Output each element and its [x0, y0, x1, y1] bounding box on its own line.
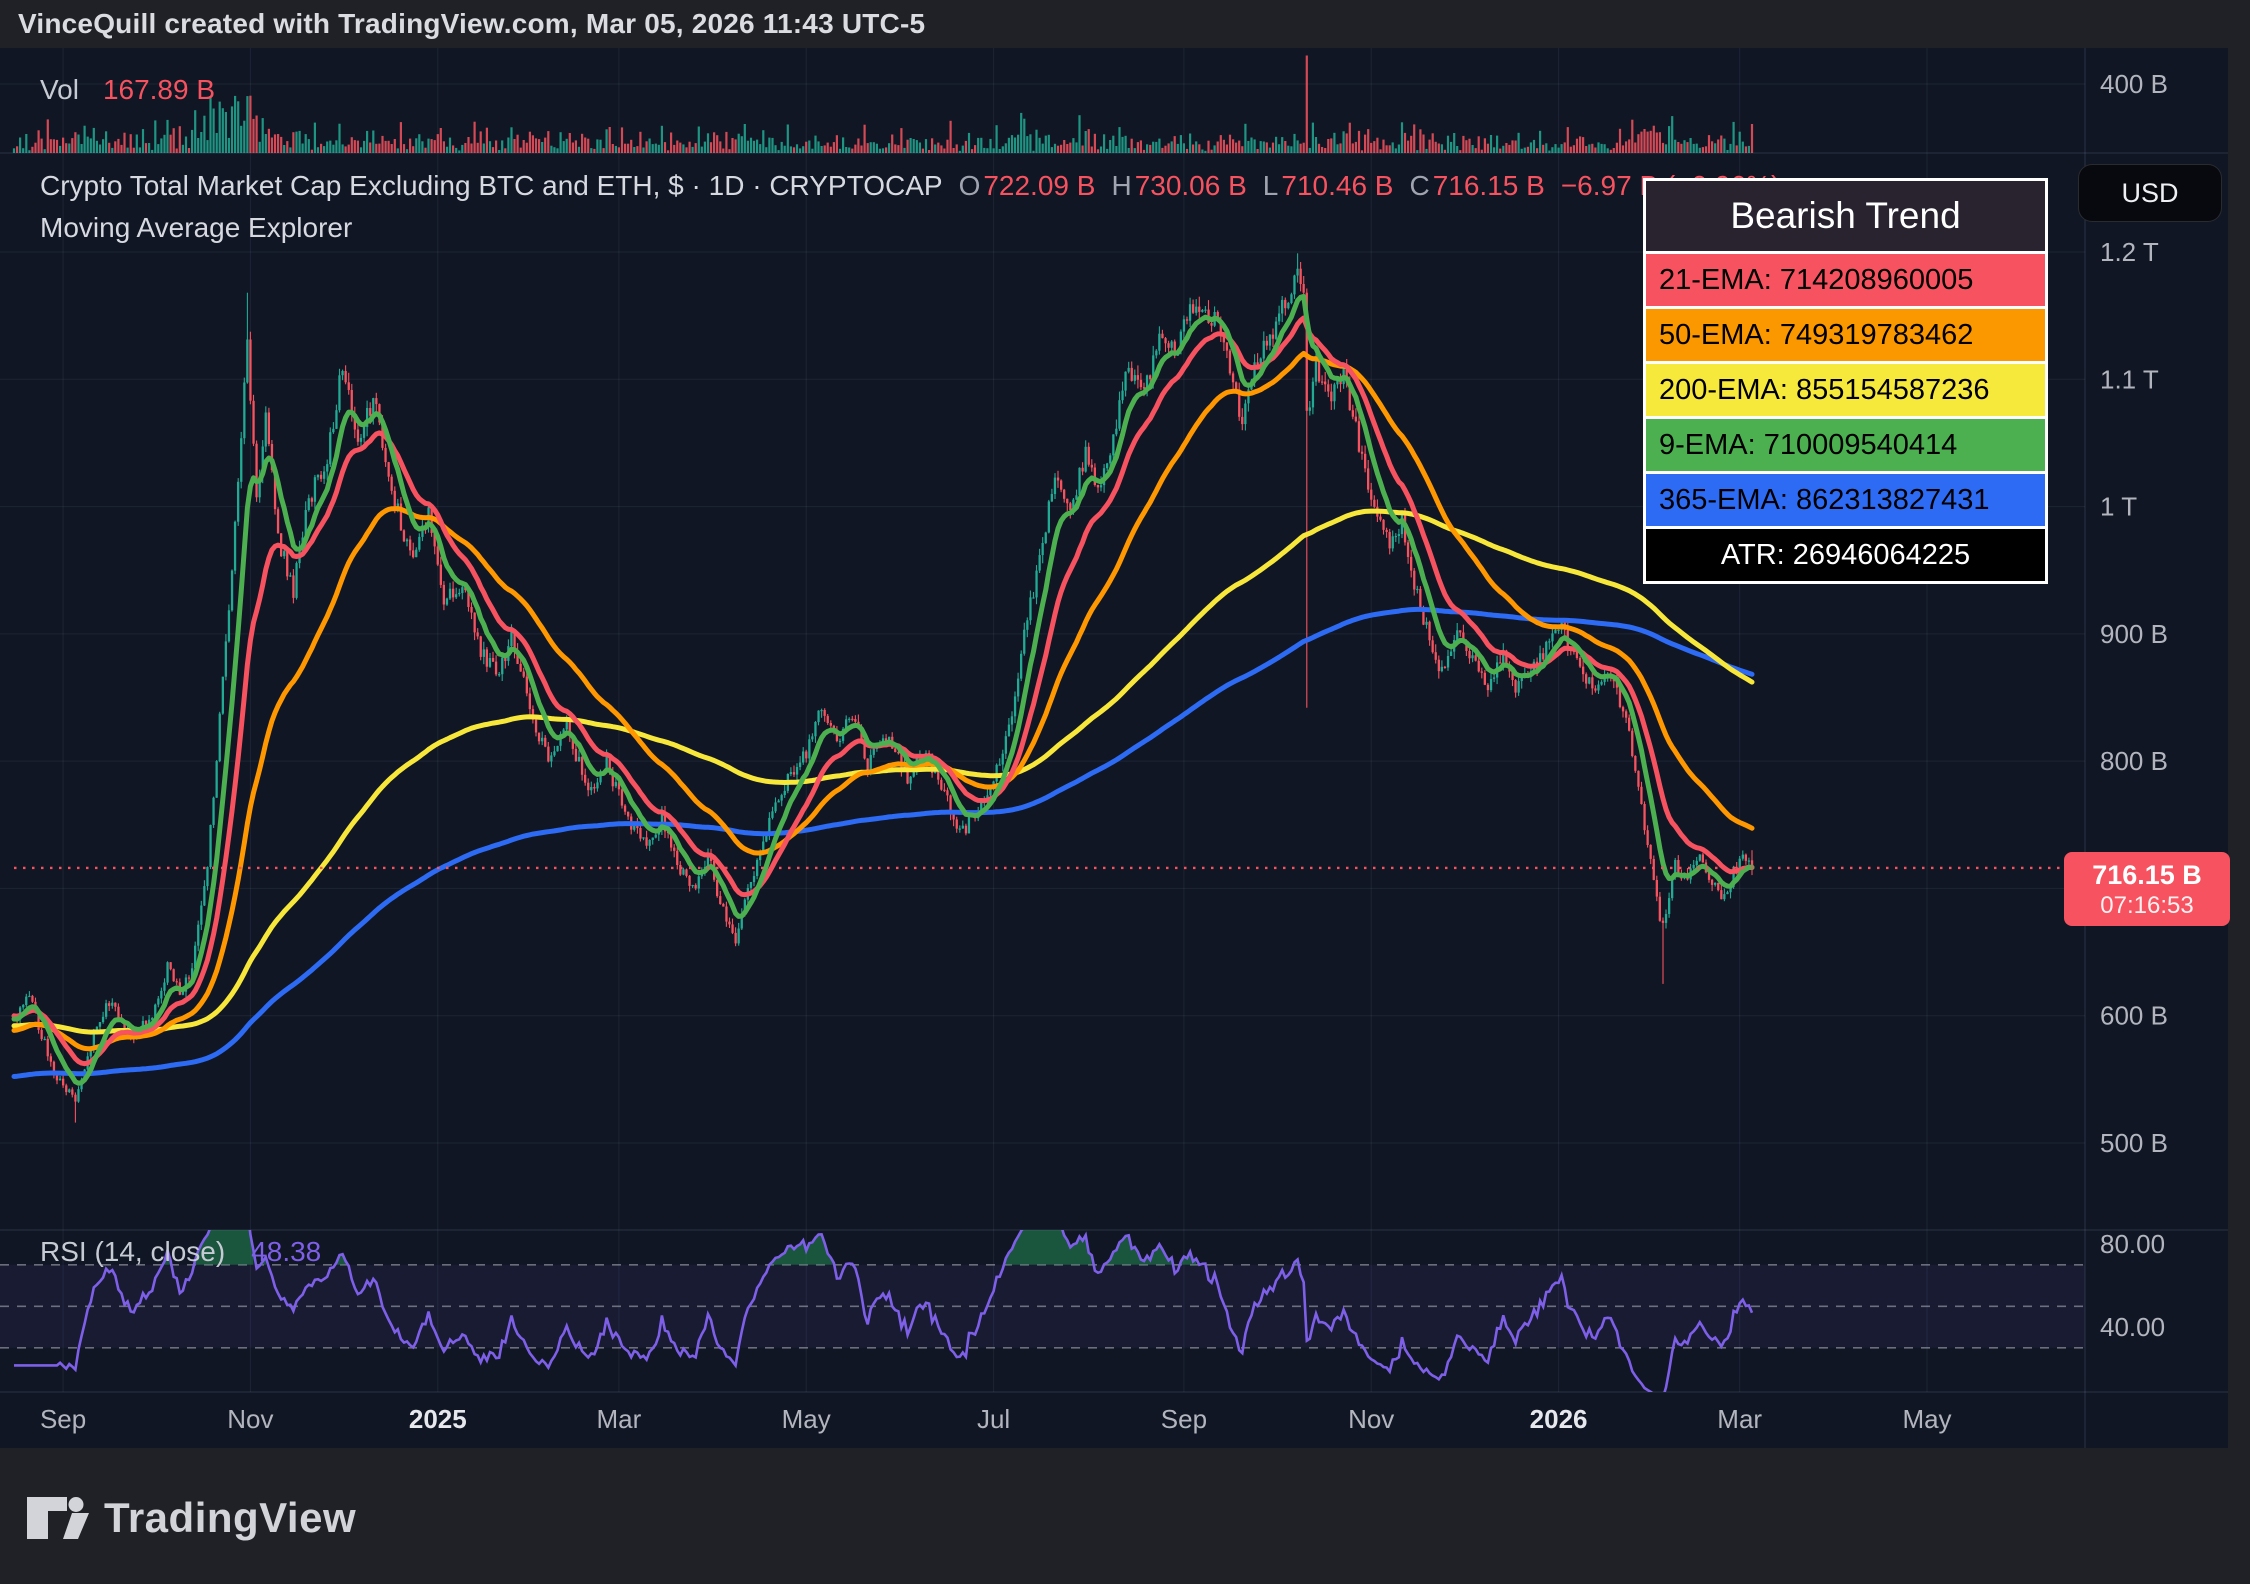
volume-indicator-title[interactable]: Vol 167.89 B — [40, 74, 215, 106]
svg-text:Nov: Nov — [227, 1404, 273, 1434]
volume-value: 167.89 B — [103, 74, 215, 106]
open-value: 722.09 B — [983, 170, 1095, 202]
currency-toggle-button[interactable]: USD — [2078, 164, 2222, 222]
legend-9ema-text: 9-EMA: 710009540414 — [1659, 429, 1957, 462]
svg-text:400 B: 400 B — [2100, 69, 2168, 99]
svg-text:Sep: Sep — [1161, 1404, 1207, 1434]
open-label: O — [959, 170, 981, 202]
legend-row-365ema: 365-EMA: 862313827431 — [1646, 471, 2045, 526]
legend-row-atr: ATR: 26946064225 — [1646, 526, 2045, 581]
last-price-axis-label: 716.15 B 07:16:53 — [2064, 852, 2230, 926]
volume-label: Vol — [40, 74, 79, 106]
svg-text:Mar: Mar — [597, 1404, 642, 1434]
legend-row-21ema: 21-EMA: 714208960005 — [1646, 251, 2045, 306]
high-label: H — [1111, 170, 1131, 202]
svg-text:2025: 2025 — [409, 1404, 467, 1434]
svg-text:80.00: 80.00 — [2100, 1229, 2165, 1259]
legend-atr-text: ATR: 26946064225 — [1721, 539, 1970, 572]
tradingview-logo-text: TradingView — [104, 1494, 356, 1542]
svg-text:Jul: Jul — [977, 1404, 1010, 1434]
legend-21ema-text: 21-EMA: 714208960005 — [1659, 264, 1973, 297]
rsi-value: 48.38 — [251, 1236, 321, 1268]
trend-legend-box: Bearish Trend 21-EMA: 714208960005 50-EM… — [1643, 178, 2048, 584]
legend-365ema-text: 365-EMA: 862313827431 — [1659, 484, 1990, 517]
close-value: 716.15 B — [1433, 170, 1545, 202]
tradingview-logo: TradingView — [26, 1494, 356, 1542]
low-value: 710.46 B — [1281, 170, 1393, 202]
svg-text:1.2 T: 1.2 T — [2100, 237, 2159, 267]
svg-text:May: May — [1902, 1404, 1951, 1434]
indicator-title-ma-explorer[interactable]: Moving Average Explorer — [40, 212, 352, 244]
attribution-bar: VinceQuill created with TradingView.com,… — [0, 0, 2250, 48]
svg-text:May: May — [782, 1404, 831, 1434]
svg-text:900 B: 900 B — [2100, 619, 2168, 649]
ohlc-close: C 716.15 B — [1409, 170, 1544, 202]
tradingview-logo-icon — [26, 1496, 90, 1540]
symbol-title[interactable]: Crypto Total Market Cap Excluding BTC an… — [40, 170, 943, 202]
svg-text:1 T: 1 T — [2100, 492, 2137, 522]
ohlc-open: O 722.09 B — [959, 170, 1096, 202]
rsi-indicator-title[interactable]: RSI (14, close) 48.38 — [40, 1236, 321, 1268]
ohlc-high: H 730.06 B — [1111, 170, 1246, 202]
svg-text:40.00: 40.00 — [2100, 1312, 2165, 1342]
rsi-label: RSI (14, close) — [40, 1236, 225, 1268]
trend-legend-title: Bearish Trend — [1646, 181, 2045, 251]
last-price-value: 716.15 B — [2092, 859, 2202, 892]
svg-text:Mar: Mar — [1717, 1404, 1762, 1434]
svg-text:800 B: 800 B — [2100, 746, 2168, 776]
attribution-text: VinceQuill created with TradingView.com,… — [18, 8, 925, 40]
legend-200ema-text: 200-EMA: 855154587236 — [1659, 374, 1990, 407]
close-label: C — [1409, 170, 1429, 202]
ohlc-low: L 710.46 B — [1263, 170, 1394, 202]
legend-50ema-text: 50-EMA: 749319783462 — [1659, 319, 1973, 352]
low-label: L — [1263, 170, 1279, 202]
legend-row-200ema: 200-EMA: 855154587236 — [1646, 361, 2045, 416]
bar-countdown-timer: 07:16:53 — [2100, 892, 2193, 919]
svg-text:Sep: Sep — [40, 1404, 86, 1434]
svg-text:Nov: Nov — [1348, 1404, 1394, 1434]
high-value: 730.06 B — [1135, 170, 1247, 202]
legend-row-9ema: 9-EMA: 710009540414 — [1646, 416, 2045, 471]
svg-text:500 B: 500 B — [2100, 1128, 2168, 1158]
svg-text:1.1 T: 1.1 T — [2100, 364, 2159, 394]
symbol-title-row: Crypto Total Market Cap Excluding BTC an… — [40, 170, 1780, 202]
tradingview-chart-window: 400 B 1.2 T 1.1 T 1 T 900 B 800 B 600 B 500 B 80… — [0, 0, 2250, 1584]
svg-text:600 B: 600 B — [2100, 1001, 2168, 1031]
legend-row-50ema: 50-EMA: 749319783462 — [1646, 306, 2045, 361]
svg-text:2026: 2026 — [1530, 1404, 1588, 1434]
